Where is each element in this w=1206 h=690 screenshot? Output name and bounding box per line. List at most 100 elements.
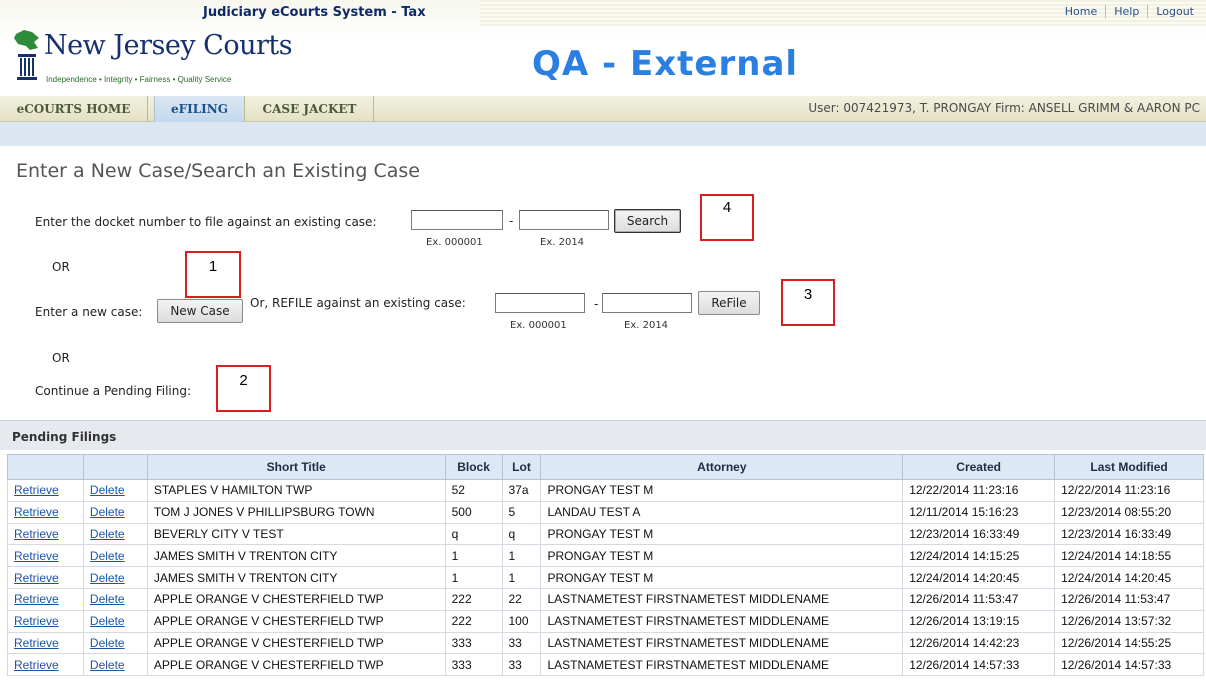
created-cell: 12/23/2014 16:33:49 [902,522,1056,546]
attorney-cell: LASTNAMETEST FIRSTNAMETEST MIDDLENAME [540,653,904,677]
table-row: Retrieve Delete JAMES SMITH V TRENTON CI… [7,566,1204,589]
modified-cell: 12/24/2014 14:18:55 [1054,544,1204,568]
block-cell: 500 [444,500,503,524]
attorney-cell: LASTNAMETEST FIRSTNAMETEST MIDDLENAME [540,631,904,655]
attorney-cell: LASTNAMETEST FIRSTNAMETEST MIDDLENAME [540,609,904,633]
lot-cell: 33 [501,653,542,677]
col-created[interactable]: Created [902,454,1056,480]
block-cell: 1 [444,544,503,568]
retrieve-link[interactable]: Retrieve [14,571,59,585]
short-title-cell: APPLE ORANGE V CHESTERFIELD TWP [146,653,446,677]
table-row: Retrieve Delete APPLE ORANGE V CHESTERFI… [7,609,1204,633]
short-title-cell: JAMES SMITH V TRENTON CITY [146,566,446,589]
docket-number-input[interactable] [411,210,503,230]
retrieve-link[interactable]: Retrieve [14,636,59,650]
short-title-cell: APPLE ORANGE V CHESTERFIELD TWP [146,631,446,655]
block-cell: 333 [444,653,503,677]
annotation-4: 4 [700,194,754,241]
created-cell: 12/24/2014 14:20:45 [902,566,1056,589]
annotation-3: 3 [781,279,835,326]
delete-link[interactable]: Delete [90,505,125,519]
refile-dash: - [594,297,599,311]
retrieve-link[interactable]: Retrieve [14,527,59,541]
or-label-1: OR [52,260,70,274]
user-info: User: 007421973, T. PRONGAY Firm: ANSELL… [808,101,1200,115]
col-block[interactable]: Block [444,454,503,480]
col-last-modified[interactable]: Last Modified [1054,454,1204,480]
delete-link[interactable]: Delete [90,549,125,563]
created-cell: 12/24/2014 14:15:25 [902,544,1056,568]
delete-link[interactable]: Delete [90,571,125,585]
home-link[interactable]: Home [1057,5,1105,18]
col-lot[interactable]: Lot [501,454,542,480]
search-button[interactable]: Search [614,209,681,233]
retrieve-link[interactable]: Retrieve [14,658,59,672]
refile-number-hint: Ex. 000001 [510,320,567,331]
nj-courts-logo-icon [14,30,39,80]
modified-cell: 12/23/2014 08:55:20 [1054,500,1204,524]
col-attorney[interactable]: Attorney [540,454,904,480]
header: Judiciary eCourts System - Tax Home Help… [0,0,1206,96]
short-title-cell: APPLE ORANGE V CHESTERFIELD TWP [146,609,446,633]
block-cell: 222 [444,587,503,611]
modified-cell: 12/22/2014 11:23:16 [1054,479,1204,502]
short-title-cell: TOM J JONES V PHILLIPSBURG TOWN [146,500,446,524]
block-cell: 333 [444,631,503,655]
new-case-label: Enter a new case: [35,305,143,319]
help-link[interactable]: Help [1105,5,1147,18]
annotation-1: 1 [185,251,241,298]
tab-ecourts-home[interactable]: eCOURTS HOME [0,96,148,122]
retrieve-link[interactable]: Retrieve [14,592,59,606]
short-title-cell: JAMES SMITH V TRENTON CITY [146,544,446,568]
delete-link[interactable]: Delete [90,483,125,497]
lot-cell: 5 [501,500,542,524]
attorney-cell: LANDAU TEST A [540,500,904,524]
new-case-button[interactable]: New Case [157,299,243,323]
col-retrieve [7,454,84,480]
pending-filing-label: Continue a Pending Filing: [35,384,192,398]
delete-link[interactable]: Delete [90,527,125,541]
docket-dash: - [509,214,514,228]
refile-year-input[interactable] [602,293,692,313]
lot-cell: 100 [501,609,542,633]
retrieve-link[interactable]: Retrieve [14,614,59,628]
modified-cell: 12/23/2014 16:33:49 [1054,522,1204,546]
block-cell: 1 [444,566,503,589]
delete-link[interactable]: Delete [90,636,125,650]
created-cell: 12/26/2014 13:19:15 [902,609,1056,633]
table-row: Retrieve Delete JAMES SMITH V TRENTON CI… [7,544,1204,568]
lot-cell: 37a [501,479,542,502]
attorney-cell: LASTNAMETEST FIRSTNAMETEST MIDDLENAME [540,587,904,611]
short-title-cell: BEVERLY CITY V TEST [146,522,446,546]
delete-link[interactable]: Delete [90,614,125,628]
table-row: Retrieve Delete STAPLES V HAMILTON TWP 5… [7,479,1204,502]
retrieve-link[interactable]: Retrieve [14,483,59,497]
short-title-cell: APPLE ORANGE V CHESTERFIELD TWP [146,587,446,611]
retrieve-link[interactable]: Retrieve [14,549,59,563]
table-row: Retrieve Delete APPLE ORANGE V CHESTERFI… [7,587,1204,611]
refile-number-input[interactable] [495,293,585,313]
court-tagline: Independence • Integrity • Fairness • Qu… [46,75,232,84]
table-row: Retrieve Delete APPLE ORANGE V CHESTERFI… [7,631,1204,655]
created-cell: 12/11/2014 15:16:23 [902,500,1056,524]
created-cell: 12/26/2014 11:53:47 [902,587,1056,611]
docket-year-input[interactable] [519,210,609,230]
block-cell: 52 [444,479,503,502]
tab-efiling[interactable]: eFILING [154,96,245,122]
court-name: New Jersey Courts [44,30,293,61]
delete-link[interactable]: Delete [90,592,125,606]
lot-cell: q [501,522,542,546]
top-links: Home Help Logout [1057,5,1202,18]
delete-link[interactable]: Delete [90,658,125,672]
col-short-title[interactable]: Short Title [146,454,446,480]
logout-link[interactable]: Logout [1147,5,1202,18]
docket-number-hint: Ex. 000001 [426,237,483,248]
block-cell: 222 [444,609,503,633]
sub-bar [0,122,1206,146]
retrieve-link[interactable]: Retrieve [14,505,59,519]
modified-cell: 12/24/2014 14:20:45 [1054,566,1204,589]
lot-cell: 22 [501,587,542,611]
created-cell: 12/22/2014 11:23:16 [902,479,1056,502]
refile-button[interactable]: ReFile [698,291,760,315]
tab-case-jacket[interactable]: CASE JACKET [246,96,374,122]
